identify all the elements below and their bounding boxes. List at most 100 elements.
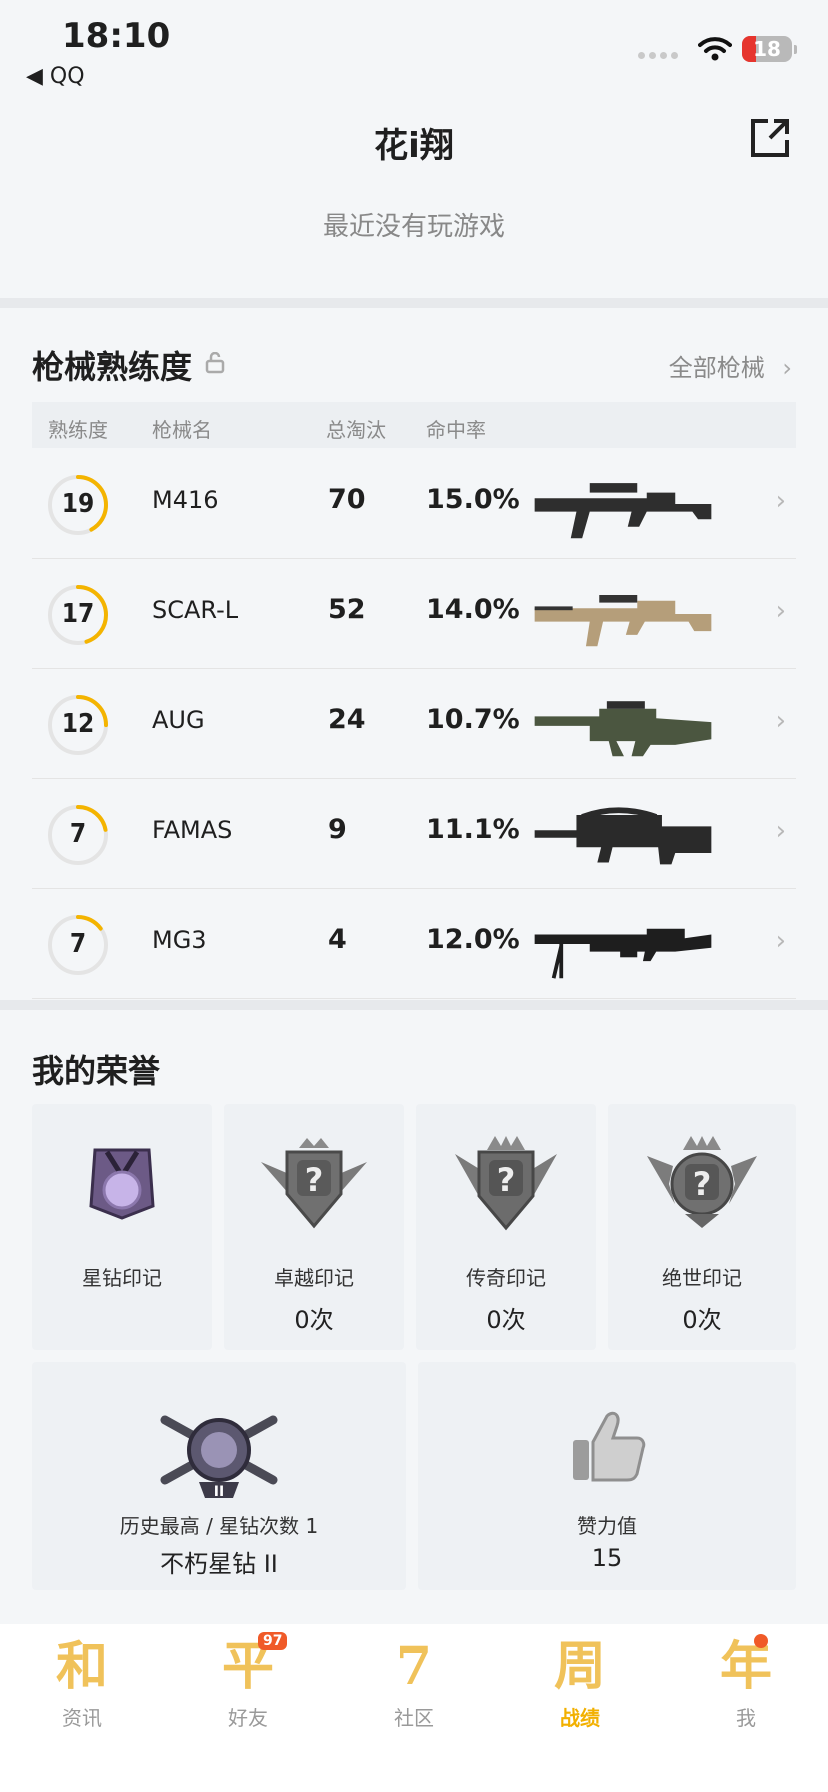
chevron-right-icon: › — [775, 486, 786, 516]
honor-count: 0次 — [486, 1306, 526, 1334]
nav-label: 好友 — [228, 1706, 268, 1730]
signal-icon — [638, 52, 678, 59]
peerless-badge-icon: ? — [647, 1136, 757, 1228]
weapon-kills: 70 — [328, 484, 366, 515]
nav-label: 战绩 — [560, 1706, 600, 1730]
thumbs-up-icon — [573, 1411, 646, 1482]
honor-card-excellence[interactable]: ? 卓越印记 0次 — [224, 1104, 404, 1350]
mastery-level: 17 — [61, 599, 95, 629]
col-weapon-name: 枪械名 — [152, 418, 212, 442]
honor-label: 卓越印记 — [274, 1266, 354, 1290]
weapon-row[interactable]: 7 FAMAS 9 11.1% › — [32, 778, 796, 889]
weapon-name: MG3 — [152, 926, 207, 954]
rifle-famas-icon — [534, 807, 712, 865]
svg-text:?: ? — [693, 1165, 712, 1203]
lock-icon[interactable] — [205, 352, 225, 374]
honor-card-legend[interactable]: ? 传奇印记 0次 — [416, 1104, 596, 1350]
news-icon: 和 — [55, 1636, 108, 1697]
section-divider — [0, 298, 828, 308]
weapon-row[interactable]: 7 MG3 4 12.0% › — [32, 888, 796, 999]
honor-label: 星钻印记 — [82, 1266, 162, 1290]
back-to-qq-link[interactable]: ◀ QQ — [26, 64, 85, 89]
status-time: 18:10 — [62, 16, 171, 56]
chevron-right-icon: › — [782, 354, 792, 382]
share-icon[interactable] — [748, 116, 792, 160]
likes-value: 15 — [591, 1544, 623, 1572]
honor-card-best-rank[interactable]: II 历史最高 / 星钻次数 1 不朽星钻 II — [32, 1362, 406, 1590]
nav-record[interactable]: 周 战绩 — [520, 1634, 640, 1731]
weapon-hit-rate: 15.0% — [426, 484, 520, 515]
col-mastery: 熟练度 — [48, 418, 108, 442]
chevron-right-icon: › — [775, 706, 786, 736]
mastery-level: 12 — [61, 709, 95, 739]
weapon-kills: 4 — [328, 924, 347, 955]
weapon-hit-rate: 10.7% — [426, 704, 520, 735]
mastery-ring: 7 — [46, 913, 110, 977]
legend-badge-icon: ? — [455, 1136, 557, 1231]
likes-label: 赞力值 — [577, 1514, 637, 1538]
weapon-name: AUG — [152, 706, 205, 734]
honor-count: 0次 — [294, 1306, 334, 1334]
honor-card-star-diamond[interactable]: 星钻印记 — [32, 1104, 212, 1350]
page-title: 花i翔 — [374, 126, 454, 166]
friends-badge: 97 — [258, 1632, 288, 1650]
weapon-name: FAMAS — [152, 816, 233, 844]
community-icon: 7 — [395, 1636, 433, 1697]
weapon-kills: 24 — [328, 704, 366, 735]
mastery-ring: 12 — [46, 693, 110, 757]
chevron-right-icon: › — [775, 816, 786, 846]
lmg-mg3-icon — [534, 928, 712, 979]
svg-text:?: ? — [305, 1161, 324, 1199]
section-divider — [0, 1000, 828, 1010]
nav-friends[interactable]: 平 好友 — [188, 1634, 308, 1731]
wifi-icon — [698, 37, 732, 61]
rifle-aug-icon — [534, 701, 712, 757]
weapon-row[interactable]: 17 SCAR-L 52 14.0% › — [32, 558, 796, 669]
mastery-ring: 7 — [46, 803, 110, 867]
friends-icon: 平 — [221, 1636, 274, 1697]
rank-badge-icon: II — [160, 1415, 278, 1500]
honor-label: 传奇印记 — [466, 1266, 546, 1290]
weapon-row[interactable]: 19 M416 70 15.0% › — [32, 448, 796, 559]
col-kills: 总淘汰 — [326, 418, 386, 442]
mastery-level: 7 — [69, 929, 87, 959]
weapon-name: M416 — [152, 486, 219, 514]
svg-text:II: II — [214, 1484, 224, 1500]
honors-title: 我的荣誉 — [32, 1052, 161, 1090]
weapon-kills: 9 — [328, 814, 347, 845]
nav-label: 我 — [736, 1706, 756, 1730]
chevron-right-icon: › — [775, 596, 786, 626]
weapon-mastery-title: 枪械熟练度 — [32, 348, 193, 386]
nav-label: 社区 — [394, 1706, 434, 1730]
rifle-m416-icon — [534, 483, 712, 539]
record-icon: 周 — [553, 1636, 606, 1697]
all-weapons-link[interactable]: 全部枪械 › — [669, 348, 792, 383]
weapon-name: SCAR-L — [152, 596, 239, 624]
battery-level: 18 — [753, 37, 781, 61]
all-weapons-label: 全部枪械 — [668, 354, 765, 382]
rifle-scar-l-icon — [534, 595, 712, 647]
nav-news[interactable]: 和 资讯 — [22, 1634, 142, 1731]
honor-card-likes[interactable]: 赞力值 15 — [418, 1362, 796, 1590]
me-icon: 年 — [719, 1636, 772, 1697]
honor-label: 绝世印记 — [662, 1266, 742, 1290]
weapon-hit-rate: 14.0% — [426, 594, 520, 625]
chevron-right-icon: › — [775, 926, 786, 956]
honor-card-peerless[interactable]: ? 绝世印记 0次 — [608, 1104, 796, 1350]
weapon-hit-rate: 11.1% — [426, 814, 520, 845]
weapon-hit-rate: 12.0% — [426, 924, 520, 955]
nav-community[interactable]: 7 社区 — [354, 1634, 474, 1731]
weapon-kills: 52 — [328, 594, 366, 625]
honor-count: 0次 — [682, 1306, 722, 1334]
nav-label: 资讯 — [62, 1706, 102, 1730]
weapon-table-header: 熟练度 枪械名 总淘汰 命中率 — [32, 402, 796, 448]
notification-dot — [754, 1634, 768, 1648]
best-rank-value: 不朽星钻 II — [160, 1550, 278, 1578]
star-diamond-medal-icon — [89, 1148, 155, 1220]
player-status: 最近没有玩游戏 — [322, 212, 505, 242]
mastery-ring: 17 — [46, 583, 110, 647]
weapon-row[interactable]: 12 AUG 24 10.7% › — [32, 668, 796, 779]
nav-me[interactable]: 年 我 — [686, 1634, 806, 1731]
mastery-level: 19 — [61, 489, 95, 519]
col-hit-rate: 命中率 — [426, 418, 486, 442]
